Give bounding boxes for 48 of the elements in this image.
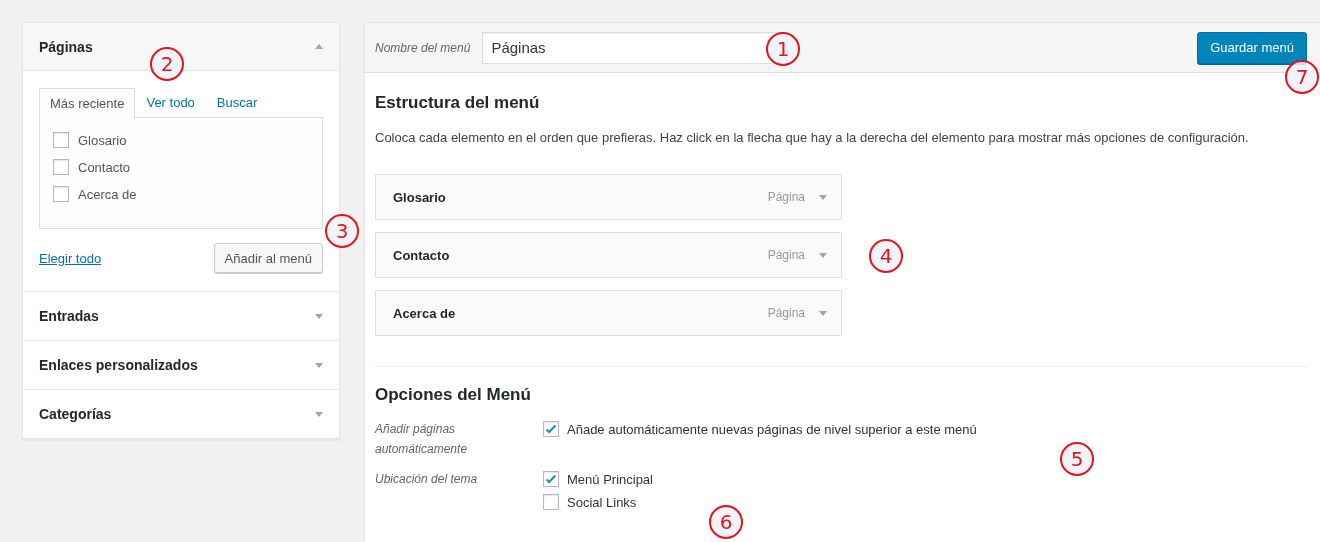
section-heading: Opciones del Menú [375,385,532,405]
section-title: Categorías [39,406,112,422]
checkbox[interactable] [53,159,69,175]
accordion-header[interactable]: Entradas [23,292,339,340]
menu-name-label: Nombre del menú [375,40,471,55]
option-label: Añadir páginas automáticamente [375,421,469,458]
checkbox[interactable] [53,186,69,202]
expand-arrow-icon[interactable] [819,310,827,316]
checkbox-label: Glosario [78,132,127,148]
checkbox[interactable] [543,471,559,487]
menu-item-title: Contacto [393,247,451,263]
collapse-arrow-icon[interactable] [315,44,323,49]
save-menu-button[interactable]: Guardar menú [1197,31,1307,64]
menu-item-title: Acerca de [393,305,457,321]
tab[interactable]: Ver todo [135,87,206,117]
accordion-header[interactable]: Enlaces personalizados [23,341,339,389]
menu-item-bar[interactable]: Contacto Página [375,232,842,278]
checkbox[interactable] [543,494,559,510]
select-all-link[interactable]: Elegir todo [39,250,102,266]
accordion-header[interactable]: Categorías [23,390,339,438]
checkbox-label: Acerca de [78,186,137,202]
section-title: Páginas [39,38,93,55]
menu-item-type: Página [767,190,805,204]
section-title: Enlaces personalizados [39,357,198,373]
tab[interactable]: Más reciente [39,88,136,118]
option-label: Ubicación del tema [375,471,479,488]
menu-item-type: Página [767,306,805,320]
add-to-menu-button[interactable]: Añadir al menú [213,243,323,273]
menu-item-bar[interactable]: Glosario Página [375,174,842,220]
expand-arrow-icon[interactable] [819,252,827,258]
expand-arrow-icon[interactable] [315,362,323,368]
menu-item-title: Glosario [393,189,447,205]
checkbox-label: Menú Principal [567,471,653,487]
menu-item-type: Página [767,248,805,262]
checkbox-label: Contacto [78,159,131,175]
section-heading: Estructura del menú [375,93,541,113]
section-title: Entradas [39,308,99,324]
expand-arrow-icon[interactable] [315,313,323,319]
checkbox[interactable] [53,132,69,148]
checkbox[interactable] [543,421,559,437]
checkbox-label: Añade automáticamente nuevas páginas de nivel superior a este menú [567,421,977,437]
callout-marker: 3 [325,214,359,248]
tab[interactable]: Buscar [205,87,269,117]
checkbox-label: Social Links [567,494,637,510]
expand-arrow-icon[interactable] [819,194,827,200]
structure-description: Coloca cada elemento en el orden que prefieras. Haz click en la flecha que hay a la derecha del elemento para mostrar más opciones de configuración. [375,129,1250,147]
expand-arrow-icon[interactable] [315,411,323,417]
menu-item-bar[interactable]: Acerca de Página [375,290,842,336]
